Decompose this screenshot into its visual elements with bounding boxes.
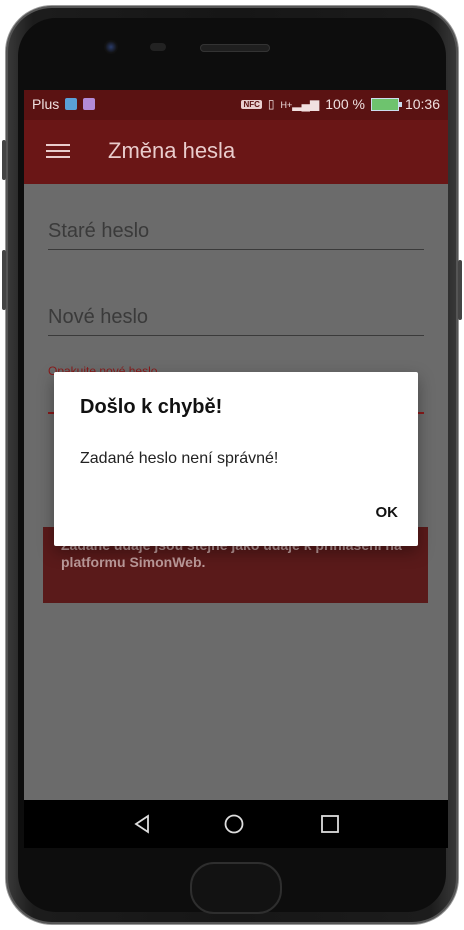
signal-icon: H+▂▄▆ <box>280 97 320 111</box>
ok-button[interactable]: OK <box>376 504 399 521</box>
old-password-underline <box>48 249 424 250</box>
screen: Plus NFC ▯ H+▂▄▆ 100 % 10:36 Změna hesla… <box>24 90 448 800</box>
home-circle-icon[interactable] <box>222 812 246 836</box>
old-password-field[interactable]: Staré heslo <box>48 220 424 250</box>
notification-app-icon-2 <box>83 98 96 110</box>
front-camera <box>104 40 118 54</box>
notification-app-icon <box>65 98 78 110</box>
new-password-field[interactable]: Nové heslo <box>48 306 424 336</box>
side-button-right-power <box>458 260 462 320</box>
nfc-icon: NFC <box>241 99 262 109</box>
old-password-placeholder: Staré heslo <box>48 220 150 242</box>
dialog-title: Došlo k chybě! <box>80 396 223 418</box>
battery-percent: 100 % <box>325 96 365 112</box>
carrier-label: Plus <box>32 96 60 112</box>
side-button-left-volume <box>2 250 6 310</box>
hardware-home-button[interactable] <box>190 862 282 914</box>
dialog-message: Zadané heslo není správné! <box>80 450 279 467</box>
vibrate-icon: ▯ <box>267 97 275 111</box>
page-title: Změna hesla <box>108 138 236 163</box>
new-password-placeholder: Nové heslo <box>48 306 149 328</box>
error-dialog: Došlo k chybě! Zadané heslo není správné… <box>54 372 418 546</box>
back-triangle-icon[interactable] <box>130 812 154 836</box>
status-bar: Plus NFC ▯ H+▂▄▆ 100 % 10:36 <box>24 90 448 120</box>
hamburger-icon[interactable] <box>46 140 70 160</box>
proximity-sensor <box>150 43 166 51</box>
recent-square-icon[interactable] <box>318 812 342 836</box>
clock: 10:36 <box>404 96 440 112</box>
side-button-left-top <box>2 140 6 180</box>
battery-icon <box>370 97 402 111</box>
new-password-underline <box>48 335 424 336</box>
earpiece-speaker <box>200 44 270 52</box>
app-bar: Změna hesla <box>24 120 448 184</box>
navigation-bar <box>24 800 448 848</box>
